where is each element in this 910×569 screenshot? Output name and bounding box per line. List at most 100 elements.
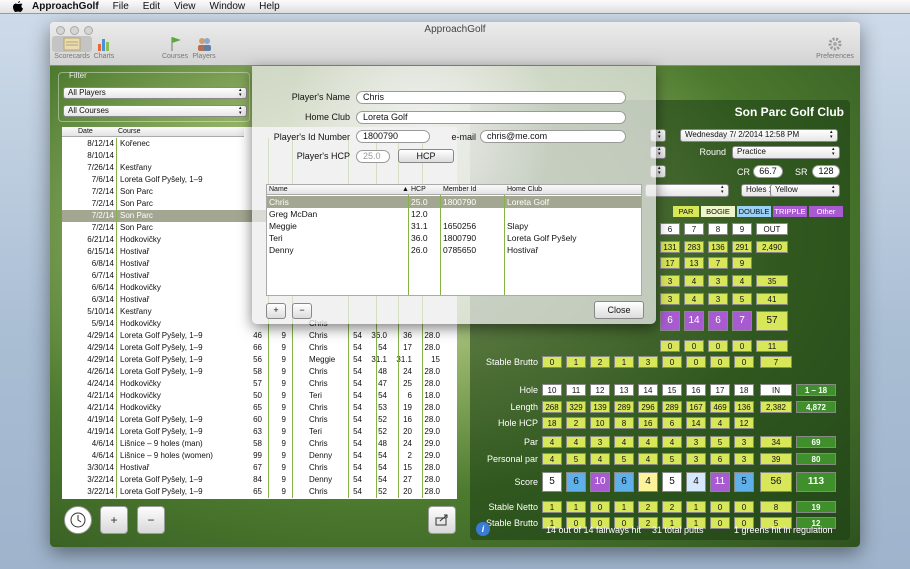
back-sb-cell[interactable]: 12	[796, 517, 836, 529]
back-length-cell[interactable]: 139	[590, 401, 610, 413]
back-ppar-cell[interactable]: 5	[566, 453, 586, 465]
cr-field[interactable]: 66.7	[753, 165, 783, 178]
back-par-cell[interactable]: 4	[638, 436, 658, 448]
front-score-cell[interactable]: 6	[708, 311, 728, 331]
col-home-club[interactable]: Home Club	[507, 186, 542, 193]
back-sn-cell[interactable]: 2	[662, 501, 682, 513]
front-sb-cell[interactable]: 0	[734, 356, 754, 368]
back-hole-cell[interactable]: 11	[566, 384, 586, 396]
back-par-cell[interactable]: 3	[590, 436, 610, 448]
front-cell[interactable]: 6	[660, 223, 680, 235]
back-hole-cell[interactable]: 10	[542, 384, 562, 396]
back-hole-cell[interactable]: 18	[734, 384, 754, 396]
back-sb-cell[interactable]: 1	[686, 517, 706, 529]
back-length-cell[interactable]: 136	[734, 401, 754, 413]
player-row[interactable]: Meggie 31.1 1650256 Slapy	[267, 220, 641, 232]
back-hole-cell[interactable]: 14	[638, 384, 658, 396]
back-par-cell[interactable]: 4	[542, 436, 562, 448]
back-score-cell[interactable]: 11	[710, 472, 730, 492]
front-sb-cell[interactable]: 1	[566, 356, 586, 368]
back-length-cell[interactable]: 167	[686, 401, 706, 413]
back-sn-cell[interactable]: 0	[590, 501, 610, 513]
back-par-cell[interactable]: 4	[662, 436, 682, 448]
player-hcp-field[interactable]: 25.0	[356, 150, 390, 163]
back-sn-cell[interactable]: 2	[638, 501, 658, 513]
back-score-cell[interactable]: 4	[638, 472, 658, 492]
round-row-extra[interactable]: 50 9 Teri 54 54 6 18.0	[244, 390, 457, 402]
front-cell[interactable]: 9	[732, 223, 752, 235]
back-sb-cell[interactable]: 0	[566, 517, 586, 529]
back-par-cell[interactable]: 4	[566, 436, 586, 448]
front-cell[interactable]: 131	[660, 241, 680, 253]
back-hhcp-cell[interactable]: 2	[566, 417, 586, 429]
back-score-cell[interactable]: 10	[590, 472, 610, 492]
back-ppar-cell[interactable]: 80	[796, 453, 836, 465]
front-cell[interactable]: OUT	[756, 223, 788, 235]
back-ppar-cell[interactable]: 5	[614, 453, 634, 465]
back-hole-cell[interactable]: 16	[686, 384, 706, 396]
back-hole-cell[interactable]: IN	[760, 384, 792, 396]
front-cell[interactable]: 8	[708, 223, 728, 235]
add-round-button[interactable]: +	[100, 506, 128, 534]
front-sb-cell[interactable]: 1	[614, 356, 634, 368]
round-row-extra[interactable]: 58 9 Chris 54 48 24 29.0	[244, 438, 457, 450]
back-ppar-cell[interactable]: 5	[662, 453, 682, 465]
email-field[interactable]: chris@me.com	[480, 130, 626, 143]
back-hole-cell[interactable]: 15	[662, 384, 682, 396]
front-sb-cell[interactable]: 0	[662, 356, 682, 368]
player-row[interactable]: Chris 25.0 1800790 Loreta Golf	[267, 196, 641, 208]
close-dialog-button[interactable]: Close	[594, 301, 644, 319]
players-table[interactable]: Name ▲ HCP Member Id Home Club Chris 25.0…	[266, 184, 642, 296]
round-row-extra[interactable]: 46 9 Chris 54 36.0 36 28.0	[244, 330, 457, 342]
back-sb-cell[interactable]: 2	[638, 517, 658, 529]
front-sb-cell[interactable]: 0	[686, 356, 706, 368]
course-filter-select[interactable]: All Courses	[63, 105, 247, 117]
back-ppar-cell[interactable]: 4	[590, 453, 610, 465]
round-row-extra[interactable]: 56 9 Meggie 54 31.1 31.1 15	[244, 354, 457, 366]
back-length-cell[interactable]: 296	[638, 401, 658, 413]
back-length-cell[interactable]: 2,382	[760, 401, 792, 413]
back-ppar-cell[interactable]: 3	[734, 453, 754, 465]
front-cell[interactable]: 5	[732, 293, 752, 305]
back-score-cell[interactable]: 5	[662, 472, 682, 492]
holes-select[interactable]: Holes 1–18	[741, 184, 813, 197]
back-par-cell[interactable]: 69	[796, 436, 836, 448]
player-name-field[interactable]: Chris	[356, 91, 626, 104]
back-hhcp-cell[interactable]: 6	[662, 417, 682, 429]
back-hhcp-cell[interactable]: 8	[614, 417, 634, 429]
back-length-cell[interactable]: 329	[566, 401, 586, 413]
round-row-extra[interactable]: 60 9 Chris 54 52 16 28.0	[244, 414, 457, 426]
menu-view[interactable]: View	[174, 1, 196, 12]
back-length-cell[interactable]: 289	[662, 401, 682, 413]
back-hole-cell[interactable]: 1 – 18	[796, 384, 836, 396]
back-score-cell[interactable]: 4	[686, 472, 706, 492]
remove-round-button[interactable]: −	[137, 506, 165, 534]
col-hcp[interactable]: HCP	[411, 186, 426, 193]
back-hole-cell[interactable]: 17	[710, 384, 730, 396]
holes-select-overflow[interactable]	[819, 184, 840, 197]
menu-help[interactable]: Help	[259, 1, 280, 12]
history-button[interactable]	[64, 506, 92, 534]
front-cell[interactable]: 17	[660, 257, 680, 269]
round-row-extra[interactable]: 67 9 Chris 54 54 15 28.0	[244, 462, 457, 474]
front-cell[interactable]: 41	[756, 293, 788, 305]
round-row-extra[interactable]: 63 9 Teri 54 52 20 29.0	[244, 426, 457, 438]
toolbar-preferences[interactable]: Preferences	[815, 36, 855, 60]
remove-player-button[interactable]: −	[292, 303, 312, 319]
date-field[interactable]: Wednesday 7/ 2/2014 12:58 PM	[680, 129, 838, 142]
front-sb-cell[interactable]: 0	[710, 356, 730, 368]
front-cell[interactable]: 136	[708, 241, 728, 253]
front-cell[interactable]: 4	[684, 275, 704, 287]
round-row-extra[interactable]: 65 9 Chris 54 52 20 28.0	[244, 486, 457, 498]
partial-select[interactable]	[645, 184, 729, 197]
back-par-cell[interactable]: 4	[614, 436, 634, 448]
front-cell[interactable]: 3	[660, 275, 680, 287]
front-cell[interactable]: 3	[660, 293, 680, 305]
col-member-id[interactable]: Member Id	[443, 186, 476, 193]
back-sn-cell[interactable]: 1	[542, 501, 562, 513]
back-sb-cell[interactable]: 5	[760, 517, 792, 529]
home-club-field[interactable]: Loreta Golf	[356, 111, 626, 124]
back-length-cell[interactable]: 289	[614, 401, 634, 413]
back-sn-cell[interactable]: 1	[614, 501, 634, 513]
front-score-cell[interactable]: 6	[660, 311, 680, 331]
